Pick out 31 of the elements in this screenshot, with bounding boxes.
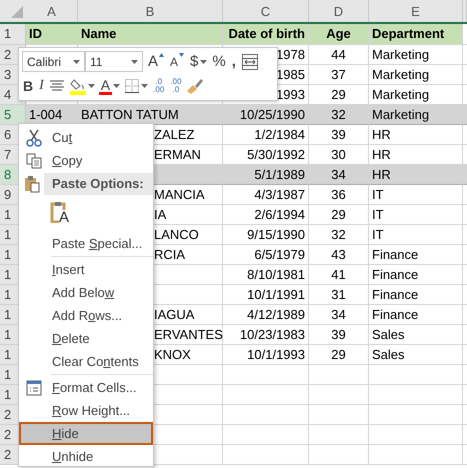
table-cell: Age [309, 24, 369, 45]
up-triangle-icon [159, 52, 164, 57]
font-color-button[interactable]: A [98, 78, 112, 95]
paste-options-heading: Paste Options: [44, 172, 153, 194]
table-cell: Date of birth [223, 24, 309, 45]
menu-item[interactable]: Hide [19, 422, 153, 445]
borders-icon[interactable] [124, 78, 140, 94]
table-cell: ID [26, 24, 78, 45]
clipboard-icon [24, 174, 40, 192]
merge-cells-icon[interactable] [240, 52, 259, 71]
menu-item[interactable]: Format Cells... [19, 376, 153, 399]
center-align-icon[interactable] [48, 79, 65, 94]
menu-item[interactable]: Row Height... [19, 399, 153, 422]
fill-color-icon[interactable] [68, 77, 87, 96]
font-size-dropdown[interactable]: 11 [85, 51, 143, 72]
menu-item[interactable]: Unhide [19, 445, 153, 468]
bold-button[interactable]: B [22, 77, 34, 96]
down-triangle-icon [179, 52, 184, 57]
italic-button[interactable]: I [38, 77, 45, 96]
decrease-decimal-button[interactable]: .00 .0 [169, 78, 182, 94]
decrease-font-size-button[interactable]: A [169, 52, 186, 71]
currency-button[interactable]: $ [189, 52, 200, 71]
font-name-dropdown[interactable]: Calibri [22, 51, 85, 72]
increase-font-size-button[interactable]: A [147, 52, 166, 71]
increase-decimal-button[interactable]: .0 .00 [152, 78, 166, 94]
table-cell: Name [78, 24, 223, 45]
format-cells-icon [26, 380, 42, 396]
menu-item[interactable]: Add Below [19, 281, 153, 304]
table-cell: Department [369, 24, 463, 45]
copy-icon [26, 152, 42, 168]
scissors-icon [26, 128, 42, 146]
